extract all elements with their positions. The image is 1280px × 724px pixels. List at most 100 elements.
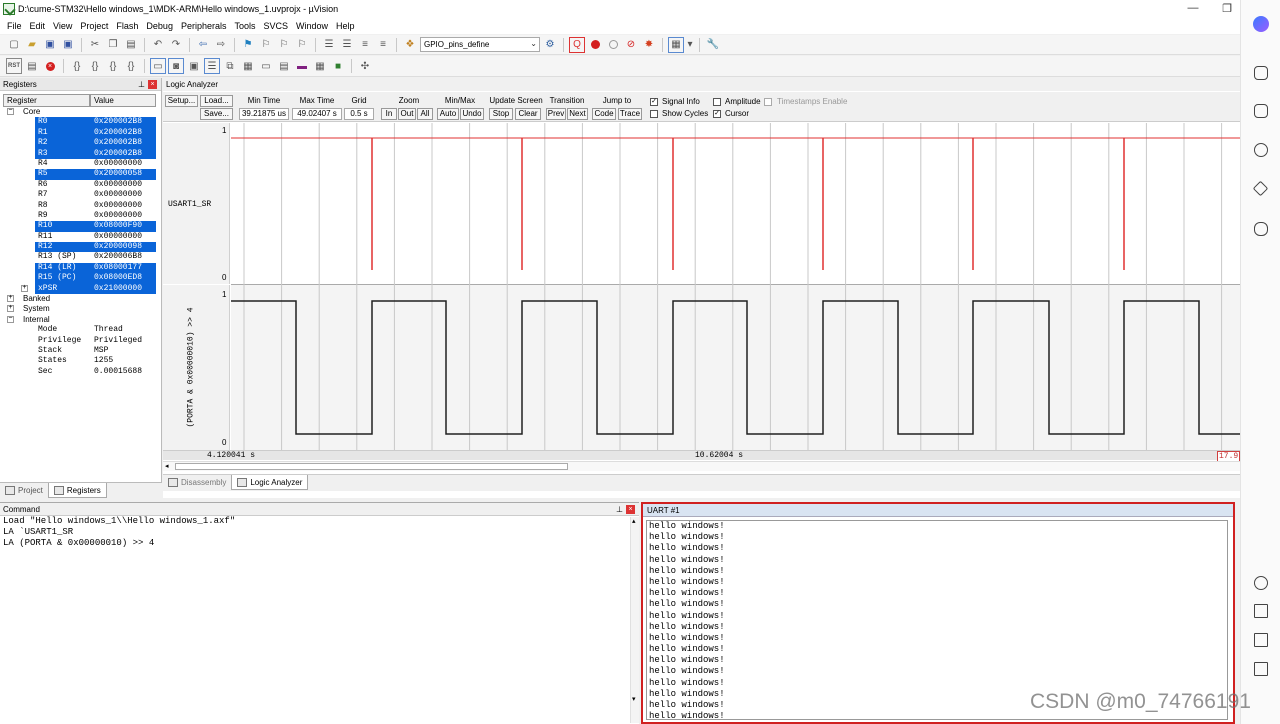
update-clear-button[interactable]: Clear — [515, 108, 541, 120]
system-viewer-icon[interactable]: ■ — [330, 58, 346, 74]
chevron-down-icon[interactable]: ▾ — [686, 37, 694, 53]
minimize-button[interactable]: — — [1186, 2, 1200, 14]
menu-peripherals[interactable]: Peripherals — [177, 21, 231, 31]
register-value[interactable]: 0x200002B8 — [94, 149, 142, 159]
find-in-files-icon[interactable]: ❖ — [402, 37, 418, 53]
watch-window-icon[interactable]: ▦ — [240, 58, 256, 74]
uncomment-icon[interactable]: ≡ — [375, 37, 391, 53]
close-icon[interactable]: × — [148, 80, 157, 89]
disassembly-window-icon[interactable]: ◙ — [168, 58, 184, 74]
register-row[interactable]: R1 0x200002B8 — [0, 127, 161, 139]
menu-file[interactable]: File — [3, 21, 26, 31]
new-file-icon[interactable]: ▢ — [6, 37, 22, 53]
register-row[interactable]: R4 0x00000000 — [0, 159, 161, 169]
pen-icon[interactable] — [1252, 180, 1269, 197]
step-over-icon[interactable]: {} — [87, 58, 103, 74]
save-all-icon[interactable]: ▣ — [60, 37, 76, 53]
transition-prev-button[interactable]: Prev — [546, 108, 566, 120]
register-row[interactable]: R15 (PC) 0x08000ED8 — [0, 273, 161, 284]
bookmark-next-icon[interactable]: ⚐ — [276, 37, 292, 53]
scroll-thumb[interactable] — [175, 463, 568, 470]
bookmark-prev-icon[interactable]: ⚐ — [258, 37, 274, 53]
undo-icon[interactable]: ↶ — [150, 37, 166, 53]
save-button[interactable]: Save... — [200, 108, 233, 120]
menu-flash[interactable]: Flash — [112, 21, 142, 31]
register-row[interactable]: R7 0x00000000 — [0, 190, 161, 200]
command-output[interactable]: Load "Hello windows_1\\Hello windows_1.a… — [0, 516, 639, 549]
assistant-logo-icon[interactable] — [1253, 16, 1269, 32]
jump-trace-button[interactable]: Trace — [618, 108, 642, 120]
paste-icon[interactable]: ▤ — [123, 37, 139, 53]
pin-icon[interactable]: ⊥ — [616, 503, 623, 516]
bookmark-clear-icon[interactable]: ⚐ — [294, 37, 310, 53]
register-row[interactable]: R10 0x08000F90 — [0, 221, 161, 232]
grid-icon[interactable] — [1254, 633, 1268, 647]
register-value[interactable]: 0x00000000 — [94, 190, 142, 200]
screenshot-icon[interactable] — [1254, 66, 1268, 80]
menu-window[interactable]: Window — [292, 21, 332, 31]
menu-view[interactable]: View — [49, 21, 76, 31]
update-stop-button[interactable]: Stop — [489, 108, 513, 120]
register-row[interactable]: R11 0x00000000 — [0, 232, 161, 242]
target-combo[interactable]: GPIO_pins_define ⌄ — [420, 37, 540, 52]
enable-breakpoint-icon[interactable] — [605, 37, 621, 53]
column-register[interactable]: Register — [3, 94, 90, 107]
nav-forward-icon[interactable]: ⇨ — [213, 37, 229, 53]
register-value[interactable]: 0x00000000 — [94, 201, 142, 211]
collapse-icon[interactable]: − — [7, 108, 14, 115]
show-cycles-checkbox[interactable] — [650, 110, 658, 118]
register-row[interactable]: R0 0x200002B8 — [0, 117, 161, 128]
register-row[interactable]: R2 0x200002B8 — [0, 138, 161, 149]
step-into-icon[interactable]: {} — [69, 58, 85, 74]
load-button[interactable]: Load... — [200, 95, 233, 107]
insert-breakpoint-icon[interactable] — [587, 37, 603, 53]
register-row[interactable]: R14 (LR) 0x08000177 — [0, 262, 161, 274]
register-value[interactable]: 0x08000F90 — [94, 221, 142, 231]
symbols-window-icon[interactable]: ▣ — [186, 58, 202, 74]
scroll-up-icon[interactable]: ▴ — [632, 517, 636, 525]
menu-help[interactable]: Help — [332, 21, 359, 31]
register-value[interactable]: 0x21000000 — [94, 284, 142, 294]
step-out-icon[interactable]: {} — [105, 58, 121, 74]
minmax-auto-button[interactable]: Auto — [437, 108, 459, 120]
call-stack-icon[interactable]: ⧉ — [222, 58, 238, 74]
register-value[interactable]: 0x200006B8 — [94, 252, 142, 262]
internal-row[interactable]: Stack MSP — [0, 346, 161, 356]
register-value[interactable]: 0x00000000 — [94, 211, 142, 221]
register-row[interactable]: R5 0x20000058 — [0, 169, 161, 180]
tab-registers[interactable]: Registers — [47, 483, 107, 498]
scroll-left-icon[interactable]: ◂ — [165, 462, 169, 470]
chat-icon[interactable] — [1254, 104, 1268, 118]
run-icon[interactable]: ▤ — [24, 58, 40, 74]
register-row[interactable]: R8 0x00000000 — [0, 201, 161, 211]
collapse-icon[interactable]: − — [7, 315, 14, 323]
unindent-icon[interactable]: ☰ — [339, 37, 355, 53]
register-value[interactable]: 0x00000000 — [94, 232, 142, 242]
register-value[interactable]: 0x200002B8 — [94, 138, 142, 148]
serial-window-icon[interactable]: ▤ — [276, 58, 292, 74]
tab-logic-analyzer[interactable]: Logic Analyzer — [231, 475, 309, 490]
waveform-plot[interactable] — [163, 123, 1240, 450]
setup-button[interactable]: Setup... — [165, 95, 198, 107]
menu-edit[interactable]: Edit — [26, 21, 50, 31]
horizontal-scrollbar[interactable]: ◂ — [163, 461, 1240, 471]
copy-icon[interactable]: ❐ — [105, 37, 121, 53]
cursor-checkbox[interactable]: ✓ — [713, 110, 721, 118]
bookmark-icon[interactable]: ⚑ — [240, 37, 256, 53]
register-row[interactable]: R13 (SP) 0x200006B8 — [0, 252, 161, 262]
minmax-undo-button[interactable]: Undo — [460, 108, 484, 120]
command-window-icon[interactable]: ▭ — [150, 58, 166, 74]
run-to-cursor-icon[interactable]: {} — [123, 58, 139, 74]
comment-icon[interactable]: ≡ — [357, 37, 373, 53]
tree-group-internal[interactable]: − Internal — [0, 315, 161, 325]
gamepad-icon[interactable] — [1254, 222, 1268, 236]
edit-icon[interactable] — [1254, 604, 1268, 618]
configure-icon[interactable]: 🔧 — [705, 37, 721, 53]
register-row[interactable]: R9 0x00000000 — [0, 211, 161, 221]
scroll-down-icon[interactable]: ▾ — [632, 695, 636, 703]
close-icon[interactable]: × — [626, 505, 635, 514]
stop-icon[interactable]: × — [42, 58, 58, 74]
jump-code-button[interactable]: Code — [592, 108, 616, 120]
register-value[interactable]: 0x200002B8 — [94, 117, 142, 127]
restore-button[interactable]: ❐ — [1220, 2, 1234, 15]
